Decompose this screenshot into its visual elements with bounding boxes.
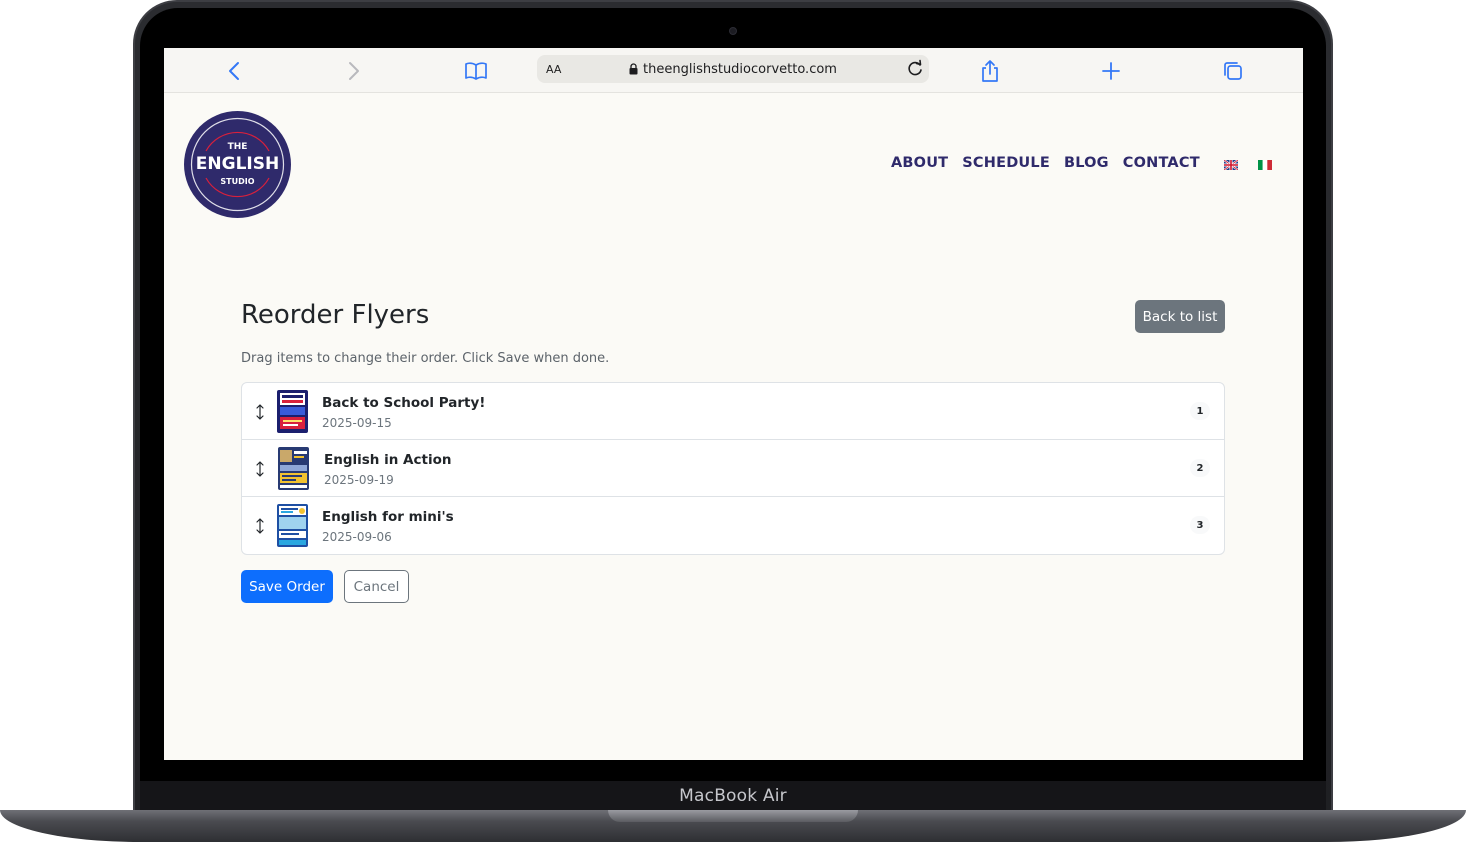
page-title: Reorder Flyers <box>241 300 430 330</box>
flyer-date: 2025-09-19 <box>324 473 394 487</box>
url-text: theenglishstudiocorvetto.com <box>643 61 837 77</box>
back-to-list-button[interactable]: Back to list <box>1135 300 1225 333</box>
italy-flag-icon[interactable] <box>1258 160 1272 170</box>
language-switcher <box>1224 160 1272 170</box>
flyer-thumbnail <box>277 390 308 433</box>
nav-schedule[interactable]: SCHEDULE <box>962 155 1050 171</box>
flyer-list: Back to School Party! 2025-09-15 1 Engli… <box>241 382 1225 555</box>
main-nav: ABOUT SCHEDULE BLOG CONTACT <box>891 155 1200 171</box>
new-tab-icon[interactable] <box>1096 56 1126 86</box>
logo-main-text: ENGLISH <box>196 154 279 174</box>
save-order-button[interactable]: Save Order <box>241 570 333 603</box>
device-label: MacBook Air <box>679 786 787 806</box>
drag-handle-icon[interactable] <box>255 517 265 535</box>
drag-handle-icon[interactable] <box>255 403 265 421</box>
flyer-thumbnail <box>277 504 308 547</box>
tabs-overview-icon[interactable] <box>1218 56 1248 86</box>
order-badge: 3 <box>1190 516 1210 534</box>
back-icon[interactable] <box>219 56 249 86</box>
drag-handle-icon[interactable] <box>255 460 265 478</box>
flyer-title: English for mini's <box>322 509 454 525</box>
logo-top-text: THE <box>228 142 248 152</box>
site-logo[interactable]: THE ENGLISH STUDIO <box>184 111 291 218</box>
nav-about[interactable]: ABOUT <box>891 155 948 171</box>
share-icon[interactable] <box>975 56 1005 86</box>
bookmarks-icon[interactable] <box>461 56 491 86</box>
order-badge: 1 <box>1190 402 1210 420</box>
flyer-title: Back to School Party! <box>322 395 486 411</box>
camera-icon <box>729 27 737 35</box>
laptop-hinge-notch <box>608 810 858 822</box>
reload-icon[interactable] <box>905 59 925 79</box>
list-item[interactable]: Back to School Party! 2025-09-15 1 <box>242 383 1224 440</box>
nav-blog[interactable]: BLOG <box>1064 155 1109 171</box>
nav-contact[interactable]: CONTACT <box>1123 155 1200 171</box>
uk-flag-icon[interactable] <box>1224 160 1238 170</box>
flyer-date: 2025-09-15 <box>322 416 392 430</box>
logo-bottom-text: STUDIO <box>220 177 254 186</box>
order-badge: 2 <box>1190 459 1210 477</box>
screen: AA theenglishstudiocorvetto.com THE ENGL… <box>164 48 1303 760</box>
list-item[interactable]: English in Action 2025-09-19 2 <box>242 440 1224 497</box>
url-display: theenglishstudiocorvetto.com <box>537 55 929 83</box>
flyer-date: 2025-09-06 <box>322 530 392 544</box>
cancel-button[interactable]: Cancel <box>344 570 409 603</box>
browser-toolbar: AA theenglishstudiocorvetto.com <box>164 48 1303 93</box>
address-bar[interactable]: AA theenglishstudiocorvetto.com <box>537 55 929 83</box>
help-text: Drag items to change their order. Click … <box>241 351 610 366</box>
list-item[interactable]: English for mini's 2025-09-06 3 <box>242 497 1224 554</box>
forward-icon[interactable] <box>339 56 369 86</box>
lock-icon <box>629 63 638 75</box>
flyer-thumbnail <box>278 447 309 490</box>
flyer-title: English in Action <box>324 452 452 468</box>
